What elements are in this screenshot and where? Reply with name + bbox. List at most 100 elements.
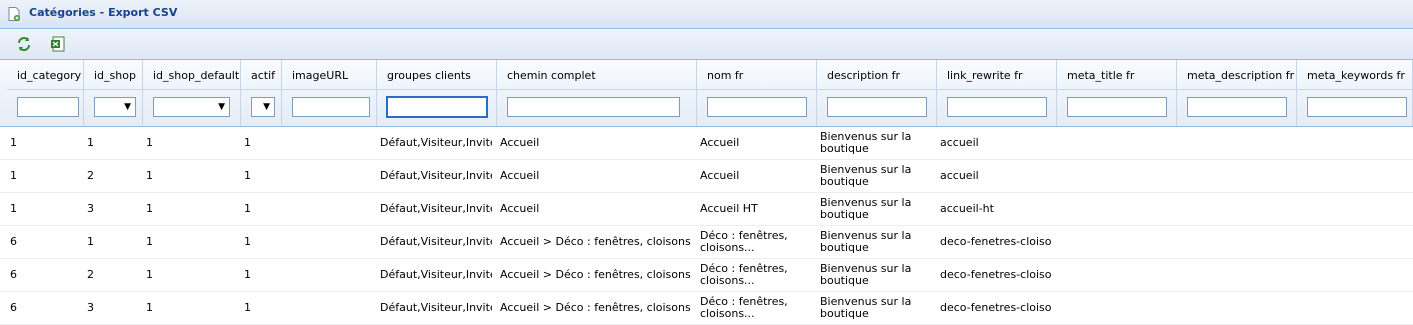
table-cell bbox=[1300, 259, 1408, 291]
column-header-label: link_rewrite fr bbox=[947, 69, 1023, 82]
document-export-icon bbox=[8, 7, 20, 21]
column-filter-input[interactable] bbox=[707, 97, 807, 117]
table-cell bbox=[1060, 193, 1172, 225]
table-cell: Bienvenus sur la boutique bbox=[820, 295, 912, 320]
table-cell: Défaut,Visiteur,Invité bbox=[380, 268, 492, 281]
window-title: Catégories - Export CSV bbox=[29, 6, 178, 19]
column-header-label: id_shop bbox=[94, 69, 136, 82]
refresh-button[interactable] bbox=[14, 34, 34, 54]
table-cell: 1 bbox=[146, 268, 153, 281]
column-filter-input[interactable] bbox=[292, 97, 370, 117]
table-cell bbox=[1060, 292, 1172, 324]
table-cell: Déco : fenêtres, cloisons... bbox=[700, 295, 788, 320]
column-filter-input[interactable] bbox=[1187, 97, 1287, 117]
table-row[interactable]: 6 3 1 1 Défaut,Visiteur,Invité Accueil > Déco… bbox=[0, 292, 1413, 325]
dropdown-arrow-icon: ▼ bbox=[124, 102, 131, 112]
column-filter-input[interactable] bbox=[507, 97, 680, 117]
table-cell: 1 bbox=[244, 169, 251, 182]
table-cell bbox=[285, 193, 372, 225]
column-filter-input[interactable] bbox=[17, 97, 79, 117]
window-titlebar: Catégories - Export CSV bbox=[0, 0, 1413, 29]
table-cell: 1 bbox=[146, 136, 153, 149]
header-divider bbox=[143, 89, 240, 90]
table-cell: 2 bbox=[87, 268, 94, 281]
grid-header: id_category id_shop ▼ id_shop_default ▼ actif… bbox=[0, 60, 1413, 127]
table-cell bbox=[285, 259, 372, 291]
table-row[interactable]: 1 1 1 1 Défaut,Visiteur,Invité Accueil Accueil… bbox=[0, 127, 1413, 160]
table-row[interactable]: 1 3 1 1 Défaut,Visiteur,Invité Accueil Accueil… bbox=[0, 193, 1413, 226]
table-cell: 6 bbox=[10, 301, 17, 314]
column-filter-input[interactable] bbox=[1067, 97, 1167, 117]
table-cell: Accueil bbox=[700, 169, 740, 182]
header-divider bbox=[817, 89, 936, 90]
table-row[interactable]: 6 2 1 1 Défaut,Visiteur,Invité Accueil > Déco… bbox=[0, 259, 1413, 292]
table-cell bbox=[285, 292, 372, 324]
table-cell bbox=[1180, 160, 1292, 192]
table-cell: Accueil HT bbox=[700, 202, 758, 215]
table-row[interactable]: 1 2 1 1 Défaut,Visiteur,Invité Accueil Accueil… bbox=[0, 160, 1413, 193]
table-cell: Défaut,Visiteur,Invité bbox=[380, 169, 492, 182]
table-cell: 1 bbox=[87, 235, 94, 248]
column-header-label: description fr bbox=[827, 69, 901, 82]
header-divider bbox=[1297, 89, 1412, 90]
table-cell: Défaut,Visiteur,Invité bbox=[380, 136, 492, 149]
column-header-label: actif bbox=[251, 69, 276, 82]
column-header-label: imageURL bbox=[292, 69, 349, 82]
table-cell: 6 bbox=[10, 235, 17, 248]
table-cell: Accueil > Déco : fenêtres, cloisons... bbox=[500, 268, 692, 281]
header-divider bbox=[84, 89, 142, 90]
header-divider bbox=[282, 89, 376, 90]
column-filter-input[interactable] bbox=[947, 97, 1047, 117]
table-cell bbox=[1060, 226, 1172, 258]
column-header-label: meta_keywords fr bbox=[1307, 69, 1405, 82]
table-cell: 3 bbox=[87, 202, 94, 215]
table-cell: accueil bbox=[940, 169, 979, 182]
refresh-icon bbox=[18, 37, 30, 51]
table-cell bbox=[285, 160, 372, 192]
table-cell: Accueil bbox=[700, 136, 740, 149]
table-cell: 1 bbox=[146, 202, 153, 215]
table-cell: Défaut,Visiteur,Invité bbox=[380, 202, 492, 215]
header-divider bbox=[1057, 89, 1176, 90]
table-cell bbox=[1060, 127, 1172, 159]
table-cell: 1 bbox=[146, 169, 153, 182]
table-cell: Accueil > Déco : fenêtres, cloisons... bbox=[500, 301, 692, 314]
header-divider bbox=[697, 89, 816, 90]
table-cell: Bienvenus sur la boutique bbox=[820, 163, 912, 188]
table-cell bbox=[1180, 292, 1292, 324]
table-cell: 1 bbox=[244, 235, 251, 248]
column-header-label: chemin complet bbox=[507, 69, 596, 82]
table-cell: Accueil bbox=[500, 202, 540, 215]
column-filter-input[interactable] bbox=[1307, 97, 1407, 117]
table-cell: 1 bbox=[244, 268, 251, 281]
column-filter-select[interactable]: ▼ bbox=[153, 97, 230, 117]
column-filter-input[interactable] bbox=[827, 97, 927, 117]
table-cell: 1 bbox=[10, 169, 17, 182]
column-header-label: id_shop_default bbox=[153, 69, 240, 82]
table-cell: Bienvenus sur la boutique bbox=[820, 130, 912, 155]
table-row[interactable]: 6 1 1 1 Défaut,Visiteur,Invité Accueil > Déco… bbox=[0, 226, 1413, 259]
column-header-label: id_category bbox=[17, 69, 82, 82]
table-cell: accueil bbox=[940, 136, 979, 149]
export-excel-button[interactable] bbox=[48, 34, 68, 54]
table-cell: deco-fenetres-cloisons bbox=[940, 268, 1052, 281]
table-cell: 1 bbox=[87, 136, 94, 149]
column-header-label: groupes clients bbox=[387, 69, 471, 82]
table-cell: accueil-ht bbox=[940, 202, 994, 215]
table-cell: 1 bbox=[244, 136, 251, 149]
dropdown-arrow-icon: ▼ bbox=[218, 102, 225, 112]
table-cell bbox=[285, 127, 372, 159]
header-divider bbox=[377, 89, 496, 90]
table-cell: 1 bbox=[10, 202, 17, 215]
table-cell: Accueil bbox=[500, 169, 540, 182]
table-cell bbox=[1180, 226, 1292, 258]
table-cell: Bienvenus sur la boutique bbox=[820, 262, 912, 287]
table-cell bbox=[1060, 160, 1172, 192]
column-filter-input[interactable] bbox=[386, 96, 488, 118]
table-cell: Accueil > Déco : fenêtres, cloisons... bbox=[500, 235, 692, 248]
column-filter-select[interactable]: ▼ bbox=[251, 97, 275, 117]
table-cell bbox=[1180, 259, 1292, 291]
column-filter-select[interactable]: ▼ bbox=[94, 97, 136, 117]
table-cell: Bienvenus sur la boutique bbox=[820, 196, 912, 221]
header-divider bbox=[7, 89, 83, 90]
